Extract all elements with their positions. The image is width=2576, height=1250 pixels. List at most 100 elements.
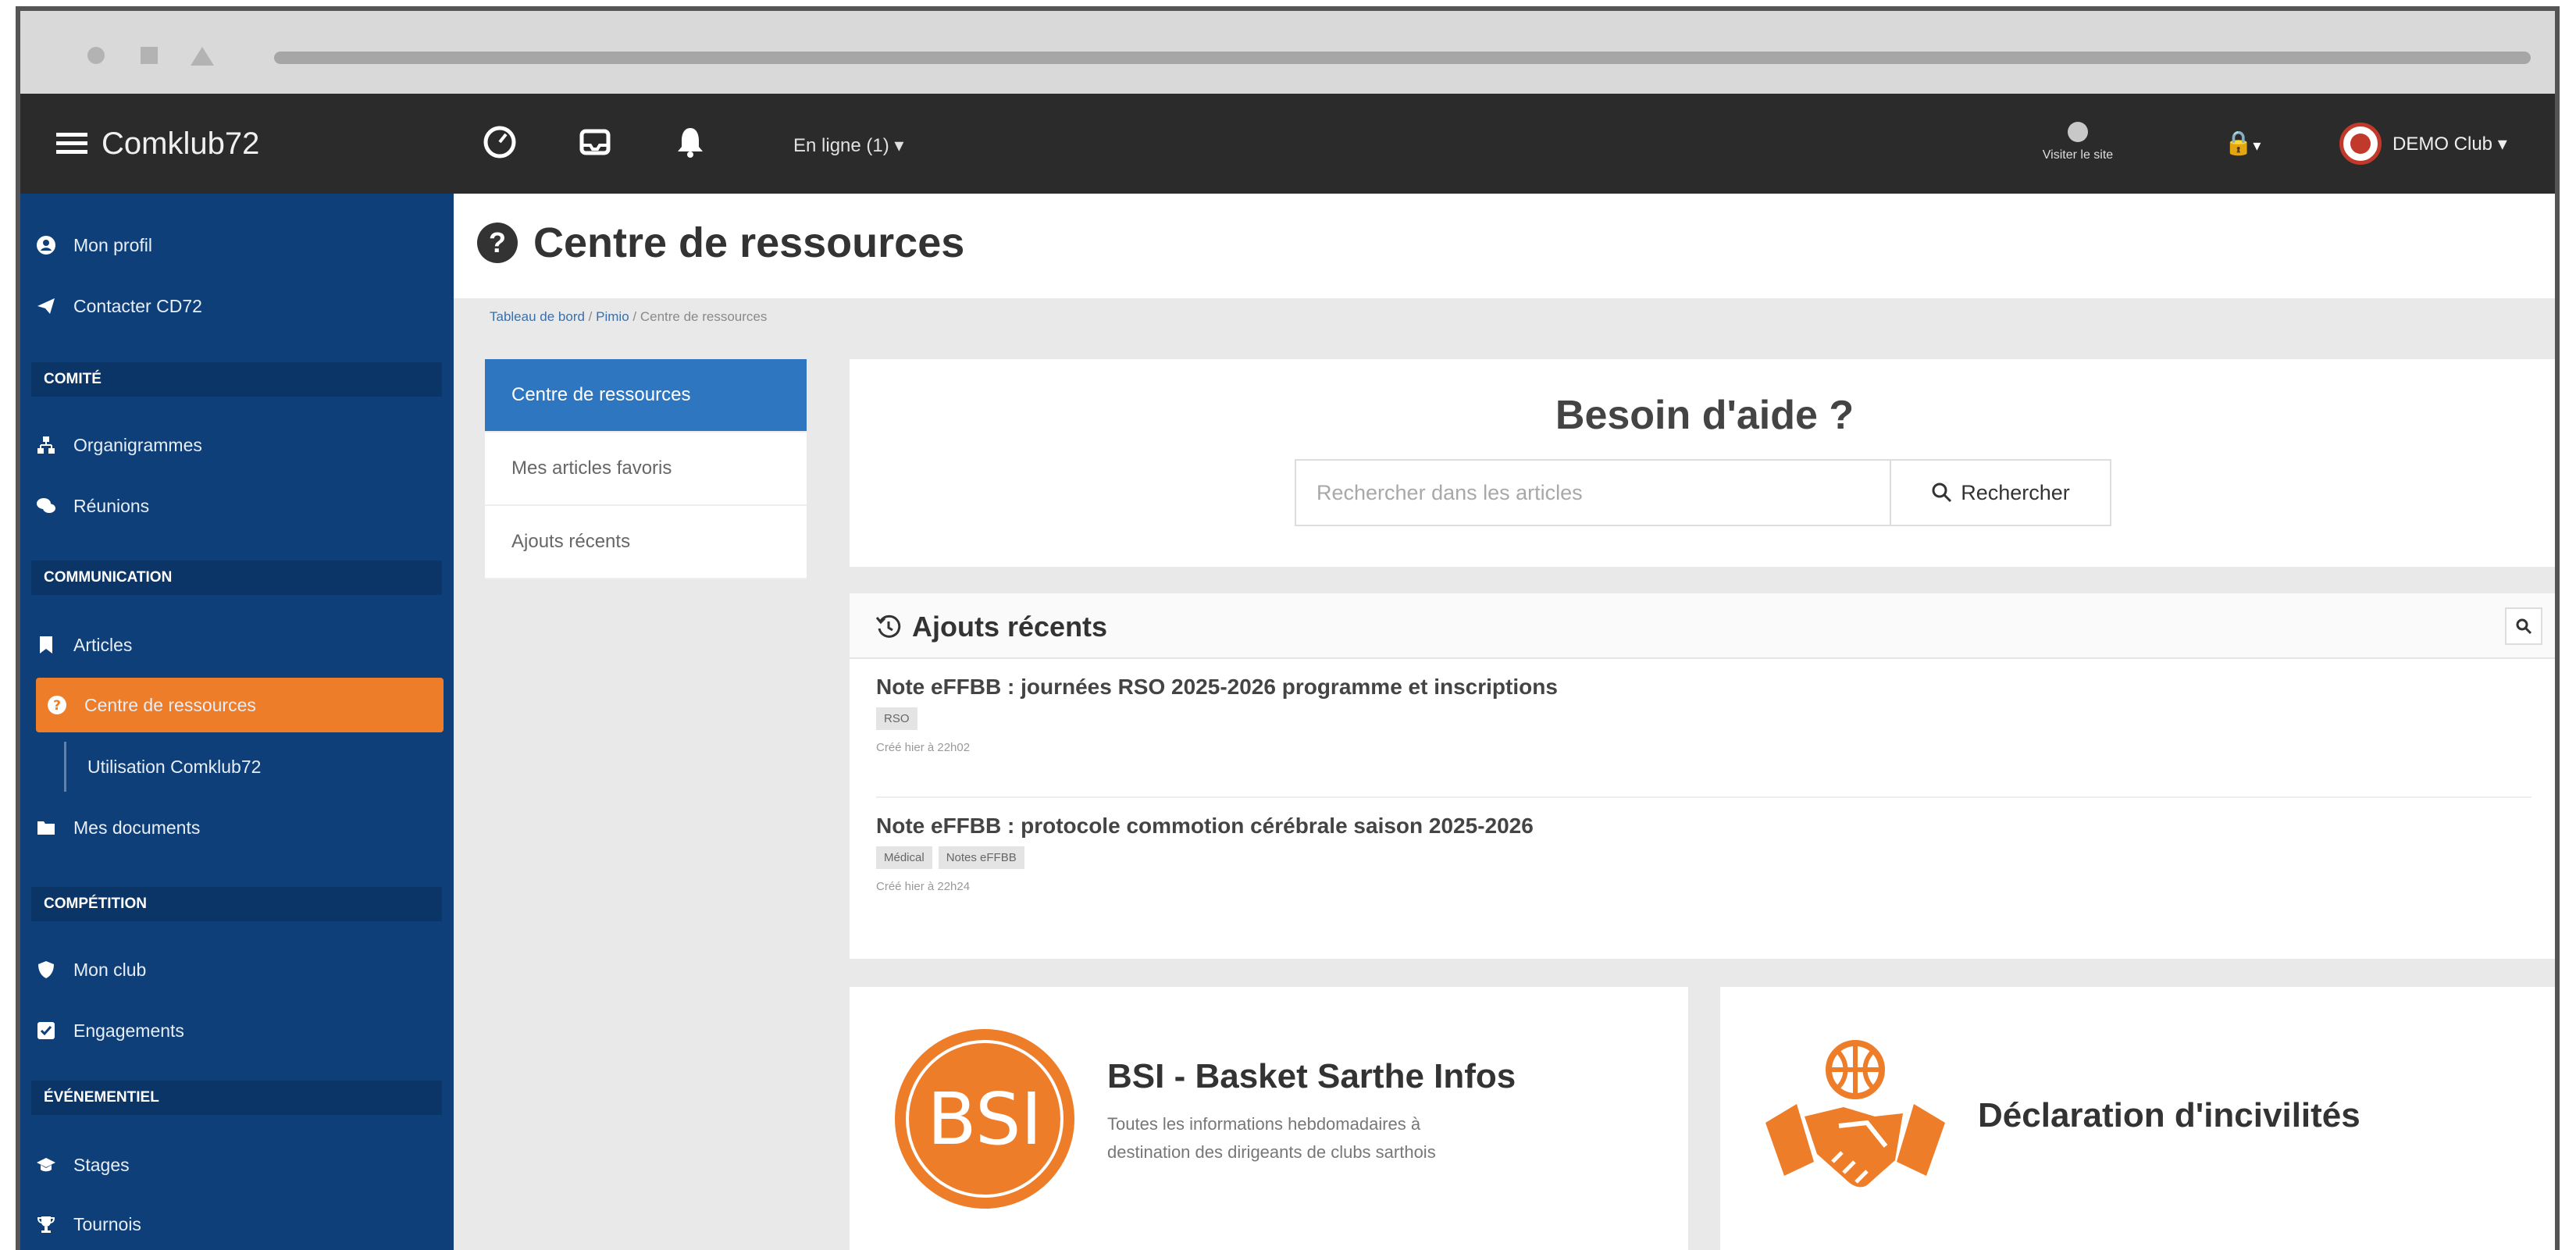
bsi-logo: BSI <box>895 1029 1074 1209</box>
breadcrumb-current: Centre de ressources <box>640 309 768 324</box>
page-title: ? Centre de ressources <box>477 219 964 267</box>
sidebar-item-label: Stages <box>73 1154 130 1175</box>
sidebar: Mon profil Contacter CD72 COMITÉ Organig… <box>20 194 454 1250</box>
bsi-desc-line: Toutes les informations hebdomadaires à <box>1107 1114 1421 1134</box>
article-tag[interactable]: RSO <box>876 707 917 730</box>
search-button-label: Rechercher <box>1961 480 2070 504</box>
sidebar-item-mes-documents[interactable]: Mes documents <box>36 803 442 853</box>
sidebar-item-stages[interactable]: Stages <box>36 1140 442 1190</box>
zoom-search-button[interactable] <box>2505 607 2542 645</box>
help-title: Besoin d'aide ? <box>1555 393 1855 438</box>
club-avatar <box>2339 123 2382 165</box>
folder-icon <box>36 817 56 838</box>
search-button[interactable]: Rechercher <box>1890 461 2110 525</box>
online-users-dropdown[interactable]: En ligne (1) ▾ <box>793 134 903 157</box>
user-name: DEMO Club ▾ <box>2393 133 2507 155</box>
sidebar-item-label: Mon club <box>73 959 147 980</box>
comments-icon <box>36 496 56 516</box>
top-navbar: Comklub72 En ligne (1) ▾ Visiter le site… <box>20 94 2555 194</box>
sidebar-item-mon-club[interactable]: Mon club <box>36 945 442 995</box>
sidebar-item-reunions[interactable]: Réunions <box>36 481 442 531</box>
sidebar-item-label: Contacter CD72 <box>73 295 202 316</box>
trophy-icon <box>36 1214 56 1234</box>
sidebar-section-communication: COMMUNICATION <box>31 561 442 595</box>
page-header: ? Centre de ressources <box>454 194 2555 298</box>
breadcrumb-link-pimio[interactable]: Pimio <box>596 309 629 324</box>
globe-icon <box>2068 122 2088 142</box>
lock-icon: 🔒 <box>2224 130 2254 156</box>
question-circle-icon: ? <box>477 223 518 263</box>
article-tag[interactable]: Médical <box>876 846 932 869</box>
user-circle-icon <box>36 235 56 255</box>
sidebar-item-contacter-cd72[interactable]: Contacter CD72 <box>36 281 442 331</box>
sidebar-item-label: Tournois <box>73 1213 141 1234</box>
main-content: ? Centre de ressources Tableau de bord /… <box>454 194 2555 1250</box>
bsi-logo-text: BSI <box>927 1077 1042 1161</box>
incivilites-card-title: Déclaration d'incivilités <box>1978 1096 2360 1134</box>
resources-side-nav: Centre de ressources Mes articles favori… <box>485 359 807 579</box>
breadcrumb-separator: / <box>632 309 637 324</box>
bsi-desc-line: destination des dirigeants de clubs sart… <box>1107 1142 1436 1162</box>
sidebar-item-tournois[interactable]: Tournois <box>36 1199 442 1249</box>
bsi-card[interactable]: BSI BSI - Basket Sarthe Infos Toutes les… <box>850 987 1688 1250</box>
side-nav-mes-articles-favoris[interactable]: Mes articles favoris <box>485 433 807 506</box>
sitemap-icon <box>36 435 56 455</box>
breadcrumb-separator: / <box>588 309 593 324</box>
sidebar-item-label: Utilisation Comklub72 <box>87 756 262 777</box>
shield-icon <box>36 960 56 980</box>
graduation-cap-icon <box>36 1155 56 1175</box>
window-triangle-icon[interactable] <box>191 47 214 66</box>
article-tags: RSO <box>876 707 2531 730</box>
sidebar-item-engagements[interactable]: Engagements <box>36 1006 442 1056</box>
sidebar-item-articles[interactable]: Articles <box>36 620 442 670</box>
sidebar-item-mon-profil[interactable]: Mon profil <box>36 220 442 270</box>
visit-site-link[interactable]: Visiter le site <box>2027 122 2129 162</box>
magnifier-icon <box>2516 618 2532 635</box>
sidebar-item-label: Articles <box>73 634 133 655</box>
article-title-link[interactable]: Note eFFBB : protocole commotion cérébra… <box>876 814 2531 839</box>
bookmark-icon <box>36 635 56 655</box>
sidebar-section-competition: COMPÉTITION <box>31 887 442 921</box>
article-date: Créé hier à 22h02 <box>876 741 971 754</box>
sidebar-item-organigrammes[interactable]: Organigrammes <box>36 420 442 470</box>
app-name[interactable]: Comklub72 <box>102 126 259 162</box>
visit-site-label: Visiter le site <box>2042 148 2114 162</box>
sidebar-item-label: Réunions <box>73 495 150 516</box>
handshake-basketball-icon <box>1765 1040 1945 1188</box>
recent-title: Ajouts récents <box>875 611 1107 643</box>
user-menu-dropdown[interactable]: DEMO Club ▾ <box>2339 122 2507 166</box>
recent-article: Note eFFBB : journées RSO 2025-2026 prog… <box>876 675 2531 754</box>
sub-item-line <box>64 742 66 792</box>
address-bar[interactable] <box>274 52 2531 64</box>
bsi-card-title: BSI - Basket Sarthe Infos <box>1107 1057 1516 1095</box>
dashboard-gauge-icon[interactable] <box>483 125 517 159</box>
lock-dropdown[interactable]: 🔒▾ <box>2224 130 2261 157</box>
recent-panel-header: Ajouts récents <box>850 593 2555 659</box>
bell-icon[interactable] <box>673 125 707 159</box>
search-input[interactable] <box>1296 461 1890 525</box>
sidebar-subitem-utilisation-comklub72[interactable]: Utilisation Comklub72 <box>64 742 470 792</box>
inbox-icon[interactable] <box>578 125 612 159</box>
window-circle-icon[interactable] <box>87 47 105 64</box>
page-title-text: Centre de ressources <box>533 219 965 266</box>
sidebar-section-evenementiel: ÉVÉNEMENTIEL <box>31 1081 442 1115</box>
breadcrumb-link-tableau-de-bord[interactable]: Tableau de bord <box>490 309 585 324</box>
question-circle-icon: ? <box>47 695 67 715</box>
hamburger-menu-icon[interactable] <box>56 133 87 155</box>
check-square-icon <box>36 1020 56 1041</box>
sidebar-item-label: Engagements <box>73 1020 184 1041</box>
article-date: Créé hier à 22h24 <box>876 880 971 893</box>
side-nav-centre-de-ressources[interactable]: Centre de ressources <box>485 359 807 433</box>
sidebar-item-label: Mon profil <box>73 234 152 255</box>
search-group: Rechercher <box>1295 459 2111 526</box>
sidebar-item-centre-de-ressources[interactable]: ? Centre de ressources <box>36 678 444 732</box>
incivilites-card[interactable]: Déclaration d'incivilités <box>1720 987 2555 1250</box>
article-title-link[interactable]: Note eFFBB : journées RSO 2025-2026 prog… <box>876 675 2531 700</box>
browser-frame: Comklub72 En ligne (1) ▾ Visiter le site… <box>16 6 2560 1250</box>
article-tag[interactable]: Notes eFFBB <box>938 846 1024 869</box>
lock-caret: ▾ <box>2253 137 2261 155</box>
window-square-icon[interactable] <box>141 47 158 64</box>
search-icon <box>1932 483 1952 503</box>
sidebar-item-label: Organigrammes <box>73 434 202 455</box>
side-nav-ajouts-recents[interactable]: Ajouts récents <box>485 506 807 579</box>
